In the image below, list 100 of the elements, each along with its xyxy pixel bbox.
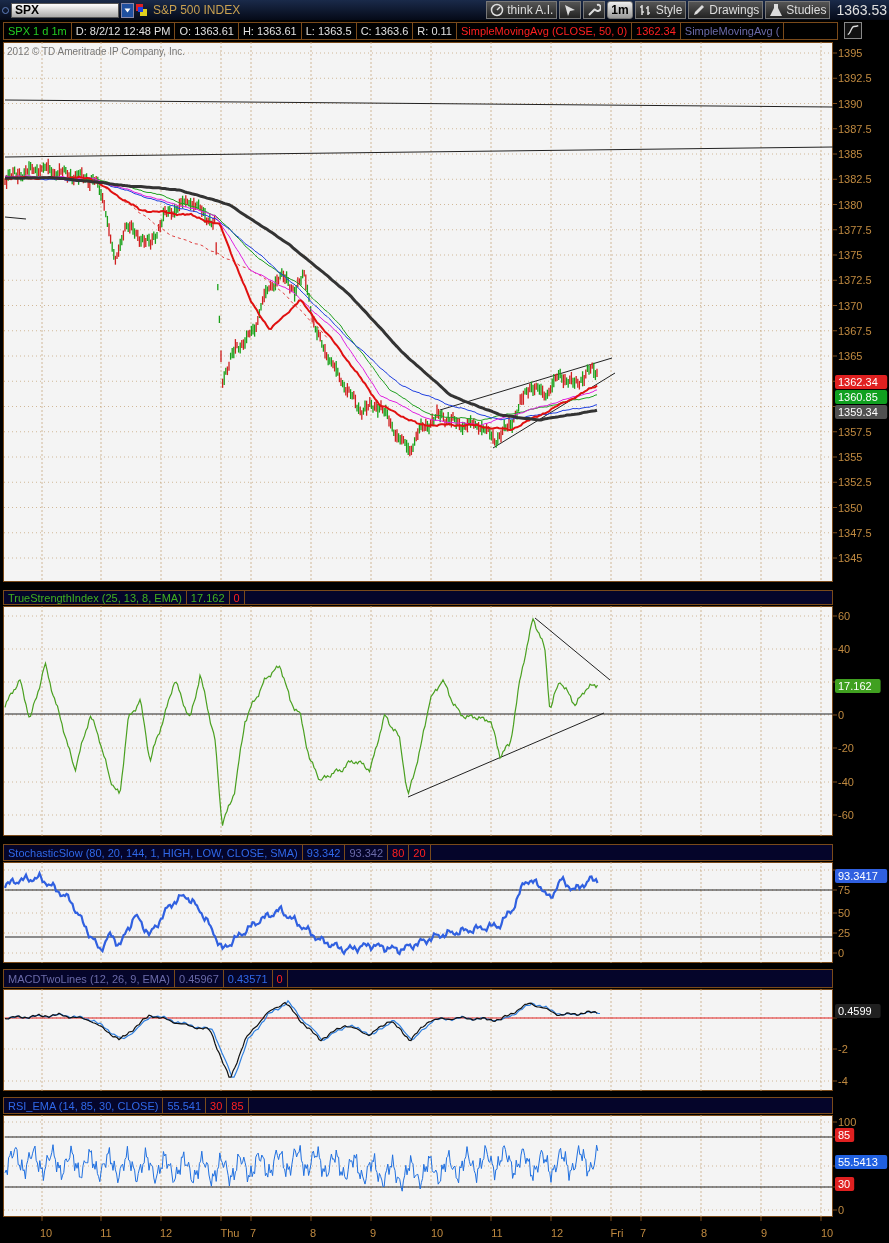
tool-button[interactable] <box>559 1 582 19</box>
axis-label: 40 <box>838 643 851 655</box>
quote-value: D: 8/2/12 12:48 PM <box>71 23 176 39</box>
study-value: 85 <box>227 1098 249 1113</box>
axis-label: -40 <box>838 776 854 788</box>
axis-label: 60 <box>838 610 851 622</box>
time-label: 12 <box>550 1227 564 1239</box>
study-value: 93.342 <box>345 845 389 860</box>
time-label: 10 <box>820 1227 834 1239</box>
time-label: 7 <box>639 1227 647 1239</box>
study-name: StochasticSlow (80, 20, 144, 1, HIGH, LOW, CLOSE, SMA) <box>4 845 303 860</box>
axis-label: 0 <box>838 1204 845 1216</box>
flask-icon <box>769 3 784 17</box>
time-label: 11 <box>491 1227 503 1239</box>
axis-label: 1385 <box>838 148 863 160</box>
time-label: Fri <box>610 1227 624 1239</box>
value-badge: 93.3417 <box>835 869 888 883</box>
dial-icon <box>490 3 505 17</box>
toolbar-button[interactable]: 1m <box>607 1 633 19</box>
quote-value: R: 0.11 <box>413 23 457 39</box>
color-squares-icon[interactable] <box>136 3 148 17</box>
axis-label: 1367.5 <box>838 324 872 337</box>
study-name: RSI_EMA (14, 85, 30, CLOSE) <box>4 1098 164 1113</box>
wrench-icon <box>587 3 602 17</box>
axis-label: 1387.5 <box>838 122 872 135</box>
axis-label: 1372.5 <box>838 274 872 287</box>
value-badge: 1360.85 <box>835 390 888 404</box>
axis-label: 1390 <box>838 97 863 110</box>
study-name: MACDTwoLines (12, 26, 9, EMA) <box>4 970 175 987</box>
value-badge: 85 <box>835 1128 855 1142</box>
chart-icon[interactable] <box>844 22 862 39</box>
value-badge: 0.4599 <box>835 1004 881 1018</box>
axis-label: -4 <box>838 1075 848 1087</box>
value-badge: 1359.34 <box>835 405 888 419</box>
study-name: TrueStrengthIndex (25, 13, 8, EMA) <box>4 591 187 604</box>
axis-label: 1370 <box>838 299 863 312</box>
axis-label: 1352.5 <box>838 476 872 489</box>
study-value: 17.162 <box>186 591 230 604</box>
symbol-label: SPX 1 d 1m <box>4 23 72 39</box>
quote-value: SimpleMovingAvg ( <box>680 23 785 39</box>
dropdown-icon[interactable] <box>121 2 134 18</box>
time-label: 9 <box>369 1227 377 1239</box>
last-price: 1363.53 <box>836 2 887 18</box>
time-label: 9 <box>760 1227 768 1239</box>
axis-label: 1357.5 <box>838 425 872 438</box>
study-value: 20 <box>409 845 431 860</box>
study-value: 30 <box>206 1098 228 1113</box>
axis-label: -2 <box>838 1043 848 1055</box>
axis-label: 50 <box>838 907 851 919</box>
study-value: 93.342 <box>302 845 346 860</box>
copyright-text: 2012 © TD Ameritrade IP Company, Inc. <box>7 46 185 57</box>
axis-label: 1392.5 <box>838 72 872 85</box>
axis-label: 0 <box>838 947 845 959</box>
candlestick-icon <box>638 3 653 17</box>
study-value: 0 <box>272 970 288 987</box>
time-label: 10 <box>39 1227 53 1239</box>
quote-value: O: 1363.61 <box>175 23 239 39</box>
axis-label: 0 <box>838 709 845 721</box>
axis-label: 1375 <box>838 249 863 261</box>
time-label: 7 <box>249 1227 257 1239</box>
value-badge: 1362.34 <box>835 375 888 389</box>
symbol-field[interactable]: SPX <box>11 2 119 18</box>
time-label: Thu <box>220 1227 240 1239</box>
axis-label: -60 <box>838 809 854 821</box>
value-badge: 30 <box>835 1177 855 1191</box>
time-label: 11 <box>100 1227 112 1239</box>
axis-label: 75 <box>838 884 851 896</box>
axis-label: -20 <box>838 742 854 754</box>
study-value: 0 <box>229 591 245 604</box>
axis-label: 100 <box>838 1116 857 1128</box>
axis-label: 1355 <box>838 451 863 463</box>
time-label: 10 <box>430 1227 444 1239</box>
study-value: 0.43571 <box>223 970 273 987</box>
axis-label: 1377.5 <box>838 223 872 236</box>
axis-label: 25 <box>838 927 851 939</box>
toolbar-button[interactable]: Drawings <box>688 1 764 19</box>
toolbar-button[interactable]: think A.I. <box>486 1 558 19</box>
pencil-icon <box>692 3 707 17</box>
quote-value: SimpleMovingAvg (CLOSE, 50, 0) <box>457 23 633 39</box>
value-badge: 55.5413 <box>835 1155 888 1169</box>
study-value: 55.541 <box>163 1098 207 1113</box>
time-label: 12 <box>159 1227 173 1239</box>
symbol-description: S&P 500 INDEX <box>153 3 241 17</box>
quote-value: H: 1363.61 <box>238 23 302 39</box>
axis-label: 1380 <box>838 198 863 211</box>
axis-label: 1395 <box>838 47 863 59</box>
axis-label: 1345 <box>838 552 863 564</box>
tool-button[interactable] <box>583 1 606 19</box>
axis-label: 1365 <box>838 350 863 362</box>
trend-line <box>4 216 27 220</box>
toolbar-button[interactable]: Studies <box>765 1 831 19</box>
study-value: 0.45967 <box>175 970 224 987</box>
axis-label: 1350 <box>838 501 863 514</box>
quote-value: C: 1363.6 <box>356 23 414 39</box>
toolbar-button[interactable]: Style <box>634 1 687 19</box>
quote-value: 1362.34 <box>632 23 681 39</box>
quote-value: L: 1363.5 <box>301 23 357 39</box>
value-badge: 17.162 <box>835 679 881 693</box>
axis-label: 1382.5 <box>838 173 872 186</box>
time-label: 8 <box>700 1227 708 1239</box>
